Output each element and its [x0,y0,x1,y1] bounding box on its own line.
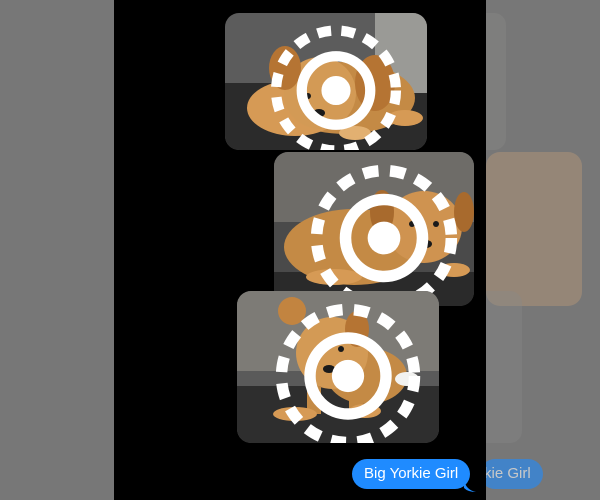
live-photo-icon [275,303,421,443]
live-photo-icon [310,164,458,306]
puppy-photo-3[interactable] [237,291,439,443]
message-text: Big Yorkie Girl [364,465,459,482]
left-dim-panel [0,0,114,500]
right-dim-panel: kie Girl [486,0,600,500]
puppy-photo-2[interactable] [274,152,474,306]
message-thread[interactable]: Big Yorkie Girl [114,0,486,500]
ghost-photo-2 [486,152,582,306]
live-photo-icon [270,25,402,150]
outgoing-message-bubble[interactable]: Big Yorkie Girl [352,459,471,489]
bubble-tail-icon [464,480,476,492]
ghost-message-bubble: kie Girl [486,459,543,489]
ghost-photo-1 [486,13,506,150]
puppy-photo-1[interactable] [225,13,427,150]
ghost-message-text: kie Girl [486,465,531,482]
ghost-photo-3 [486,291,522,443]
